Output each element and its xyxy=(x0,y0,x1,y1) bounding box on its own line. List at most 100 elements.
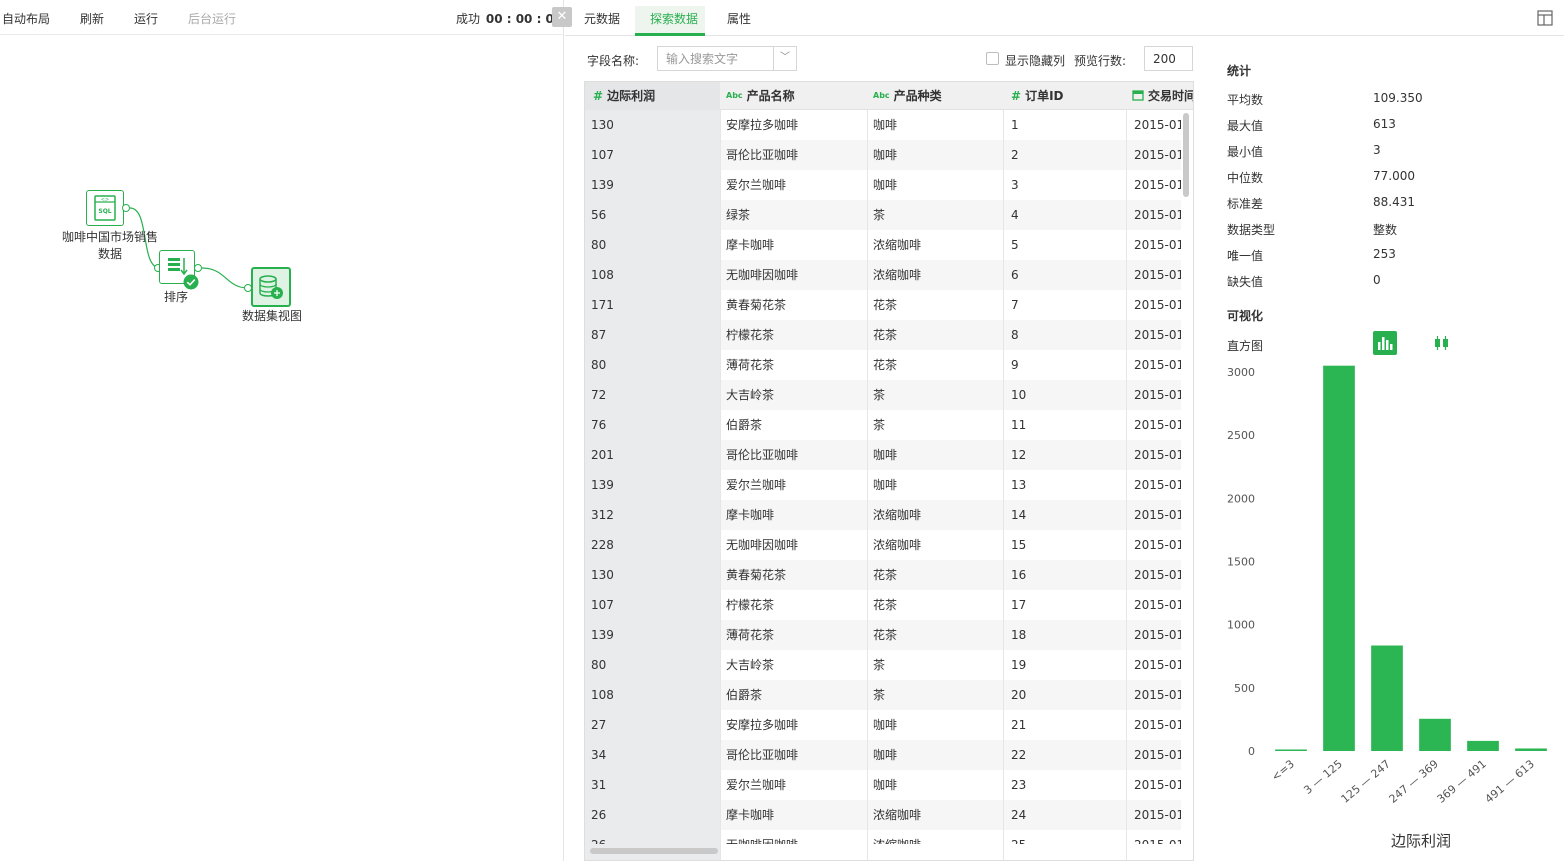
table-row[interactable]: 31 爱尔兰咖啡 咖啡 23 2015-01 xyxy=(585,770,1181,800)
cell-product-type: 咖啡 xyxy=(873,748,898,762)
cell-product-name: 摩卡咖啡 xyxy=(726,808,775,822)
column-header-product-name[interactable]: Abc 产品名称 xyxy=(720,82,867,110)
cell-product-type: 花茶 xyxy=(873,598,898,612)
row-background xyxy=(720,350,1181,380)
horizontal-scroll-thumb[interactable] xyxy=(590,848,718,854)
column-header-order-id[interactable]: # 订单ID xyxy=(1003,82,1126,110)
svg-text:<>: <> xyxy=(101,197,109,203)
table-row[interactable]: 312 摩卡咖啡 浓缩咖啡 14 2015-01 xyxy=(585,500,1181,530)
vertical-scrollbar[interactable] xyxy=(1182,111,1192,844)
table-row[interactable]: 80 大吉岭茶 茶 19 2015-01 xyxy=(585,650,1181,680)
cell-margin: 76 xyxy=(591,418,607,432)
table-row[interactable]: 139 薄荷花茶 花茶 18 2015-01 xyxy=(585,620,1181,650)
cell-trade-time: 2015-01 xyxy=(1134,830,1181,844)
cell-order-id: 5 xyxy=(1011,238,1019,252)
table-row[interactable]: 107 柠檬花茶 花茶 17 2015-01 xyxy=(585,590,1181,620)
column-header-product-type[interactable]: Abc 产品种类 xyxy=(867,82,1003,110)
data-grid[interactable]: # 边际利润 Abc 产品名称 Abc 产品种类 # 订单ID 交易时间 130 安摩拉多… xyxy=(584,81,1194,861)
tab-metadata[interactable]: 元数据 xyxy=(584,10,620,27)
cell-order-id: 7 xyxy=(1011,298,1019,312)
tab-properties[interactable]: 属性 xyxy=(727,10,751,27)
table-row[interactable]: 228 无咖啡因咖啡 浓缩咖啡 15 2015-01 xyxy=(585,530,1181,560)
histogram-bar[interactable] xyxy=(1371,645,1403,751)
cell-trade-time: 2015-01 xyxy=(1134,808,1181,822)
cell-order-id: 15 xyxy=(1011,538,1027,552)
table-row[interactable]: 72 大吉岭茶 茶 10 2015-01 xyxy=(585,380,1181,410)
flow-node-dataset-view[interactable] xyxy=(244,266,294,308)
flow-connectors xyxy=(129,207,249,289)
cell-product-type: 咖啡 xyxy=(873,478,898,492)
table-row[interactable]: 80 摩卡咖啡 浓缩咖啡 5 2015-01 xyxy=(585,230,1181,260)
column-divider xyxy=(1003,110,1004,860)
stat-label: 最大值 xyxy=(1227,119,1264,133)
vertical-scroll-thumb[interactable] xyxy=(1183,113,1189,197)
cell-trade-time: 2015-01 xyxy=(1134,478,1181,492)
text-type-icon: Abc xyxy=(726,91,743,100)
cell-order-id: 1 xyxy=(1011,118,1019,132)
cell-trade-time: 2015-01 xyxy=(1134,538,1181,552)
column-header-label: 产品种类 xyxy=(893,89,942,103)
table-row[interactable]: 80 薄荷花茶 花茶 9 2015-01 xyxy=(585,350,1181,380)
output-port[interactable] xyxy=(122,204,130,212)
table-row[interactable]: 34 哥伦比亚咖啡 咖啡 22 2015-01 xyxy=(585,740,1181,770)
histogram-button[interactable] xyxy=(1373,331,1397,355)
table-row[interactable]: 76 伯爵茶 茶 11 2015-01 xyxy=(585,410,1181,440)
table-row[interactable]: 26 无咖啡因咖啡 浓缩咖啡 25 2015-01 xyxy=(585,830,1181,844)
horizontal-scrollbar[interactable] xyxy=(585,844,1193,858)
cell-product-name: 大吉岭茶 xyxy=(726,658,775,672)
histogram-bar[interactable] xyxy=(1419,718,1451,751)
cell-order-id: 24 xyxy=(1011,808,1027,822)
cell-product-name: 薄荷花茶 xyxy=(726,358,775,372)
layout-toggle-icon[interactable] xyxy=(1537,10,1553,26)
table-row[interactable]: 108 伯爵茶 茶 20 2015-01 xyxy=(585,680,1181,710)
show-hidden-checkbox[interactable] xyxy=(986,52,999,65)
cell-margin: 139 xyxy=(591,628,614,642)
table-row[interactable]: 107 哥伦比亚咖啡 咖啡 2 2015-01 xyxy=(585,140,1181,170)
table-row[interactable]: 27 安摩拉多咖啡 咖啡 21 2015-01 xyxy=(585,710,1181,740)
histogram-label: 直方图 xyxy=(1227,339,1264,353)
table-row[interactable]: 139 爱尔兰咖啡 咖啡 3 2015-01 xyxy=(585,170,1181,200)
histogram-chart: 0 500 1000 1500 2000 2500 3000 <=3 3 — 125125 — … xyxy=(1227,365,1547,850)
table-row[interactable]: 87 柠檬花茶 花茶 8 2015-01 xyxy=(585,320,1181,350)
cell-trade-time: 2015-01 xyxy=(1134,328,1181,342)
table-row[interactable]: 130 安摩拉多咖啡 咖啡 1 2015-01 xyxy=(585,110,1181,140)
cell-product-type: 咖啡 xyxy=(873,778,898,792)
cell-order-id: 20 xyxy=(1011,688,1027,702)
table-row[interactable]: 56 绿茶 茶 4 2015-01 xyxy=(585,200,1181,230)
table-row[interactable]: 201 哥伦比亚咖啡 咖啡 12 2015-01 xyxy=(585,440,1181,470)
histogram-bar[interactable] xyxy=(1275,749,1307,752)
field-search-input[interactable] xyxy=(657,46,773,71)
table-row[interactable]: 139 爱尔兰咖啡 咖啡 13 2015-01 xyxy=(585,470,1181,500)
flow-node-sql[interactable]: <> SQL xyxy=(86,190,130,226)
preview-rows-input[interactable] xyxy=(1144,46,1193,71)
sql-icon-text: SQL xyxy=(98,208,111,215)
table-row[interactable]: 108 无咖啡因咖啡 浓缩咖啡 6 2015-01 xyxy=(585,260,1181,290)
cell-trade-time: 2015-01 xyxy=(1134,508,1181,522)
x-tick-label: 125 — 247 xyxy=(1339,757,1393,806)
cell-margin: 31 xyxy=(591,778,607,792)
cell-order-id: 13 xyxy=(1011,478,1027,492)
cell-margin: 56 xyxy=(591,208,607,222)
histogram-bar[interactable] xyxy=(1467,740,1499,751)
row-background xyxy=(720,290,1181,320)
column-header-margin[interactable]: # 边际利润 xyxy=(585,82,720,110)
cell-product-name: 摩卡咖啡 xyxy=(726,238,775,252)
column-header-trade-time[interactable]: 交易时间 xyxy=(1126,82,1193,110)
row-background xyxy=(720,620,1181,650)
flow-node-sort[interactable] xyxy=(154,250,202,290)
cell-margin: 108 xyxy=(591,268,614,282)
cell-trade-time: 2015-01 xyxy=(1134,388,1181,402)
field-name-label: 字段名称: xyxy=(587,54,640,68)
output-port[interactable] xyxy=(194,264,202,272)
collapse-pane-icon[interactable]: ✕ xyxy=(552,7,572,27)
cell-product-name: 无咖啡因咖啡 xyxy=(726,830,798,844)
histogram-bar[interactable] xyxy=(1515,748,1547,751)
table-row[interactable]: 171 黄春菊花茶 花茶 7 2015-01 xyxy=(585,290,1181,320)
boxplot-icon[interactable] xyxy=(1433,334,1451,352)
table-row[interactable]: 26 摩卡咖啡 浓缩咖啡 24 2015-01 xyxy=(585,800,1181,830)
x-axis-label: 边际利润 xyxy=(1391,832,1451,850)
histogram-bar[interactable] xyxy=(1323,365,1355,751)
table-row[interactable]: 130 黄春菊花茶 花茶 16 2015-01 xyxy=(585,560,1181,590)
chevron-down-icon[interactable]: ﹀ xyxy=(773,46,797,71)
tab-explore-data[interactable]: 探索数据 xyxy=(650,10,698,27)
